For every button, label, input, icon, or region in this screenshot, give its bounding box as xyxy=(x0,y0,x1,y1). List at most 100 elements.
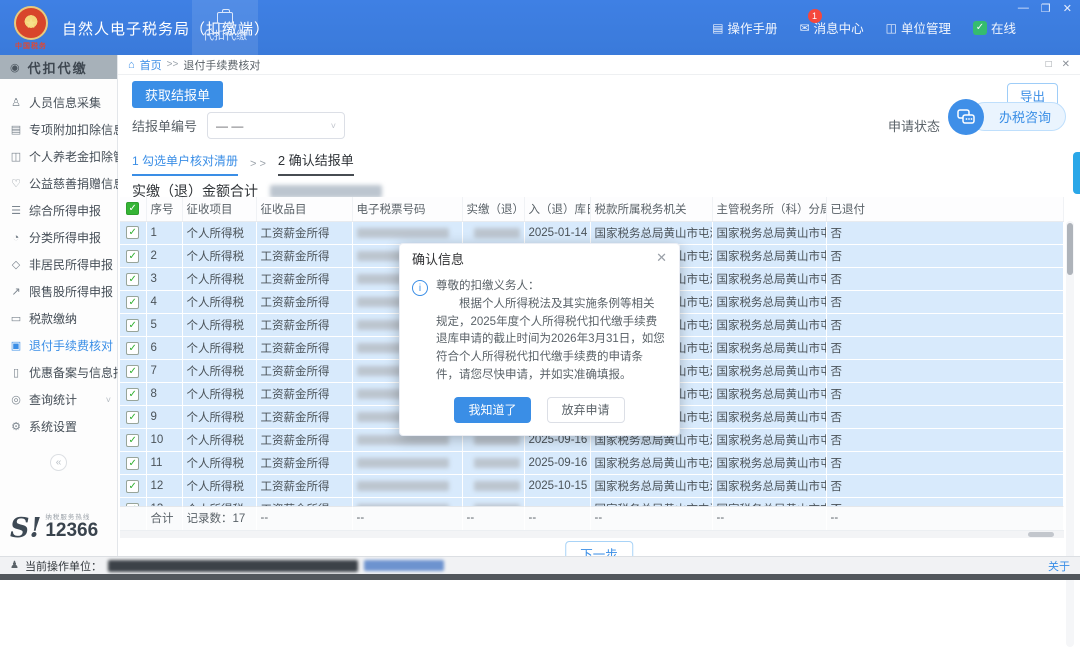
table-header-row: ✓ 序号 征收项目 征收品目 电子税票号码 实缴（退）金额 入（退）库日期 税款… xyxy=(120,197,1064,221)
window-close-button[interactable]: ✕ xyxy=(1063,2,1072,15)
cell-bureau: 国家税务总局黄山市屯溪区.. xyxy=(712,452,826,475)
row-checkbox[interactable]: ✓ xyxy=(126,480,139,493)
cell-refunded: 否 xyxy=(826,429,1064,452)
manual-icon: ▤ xyxy=(712,21,723,35)
dialog-title: 确认信息 xyxy=(412,249,464,268)
sidebar-collapse-button[interactable]: « xyxy=(50,454,67,471)
header-menu-label: 操作手册 xyxy=(728,18,778,37)
chat-bubble-icon[interactable] xyxy=(948,99,984,135)
header-menu-item[interactable]: ◫ 单位管理 xyxy=(886,18,951,37)
vertical-scrollbar[interactable] xyxy=(1066,221,1074,647)
window-minimize-button[interactable]: — xyxy=(1018,2,1029,15)
sidebar-item[interactable]: ◇ 非居民所得申报 xyxy=(0,251,117,278)
hotline-number: 12366 xyxy=(45,521,98,540)
cell-seq: 4 xyxy=(146,291,182,314)
row-checkbox[interactable]: ✓ xyxy=(126,273,139,286)
cell-item: 工资薪金所得 xyxy=(256,245,352,268)
cell-item: 工资薪金所得 xyxy=(256,498,352,506)
sidebar-item[interactable]: ↗ 限售股所得申报 xyxy=(0,278,117,305)
header-menu-item[interactable]: ✓ 在线 xyxy=(973,18,1016,37)
statement-number-select[interactable]: — — ˅ xyxy=(207,112,345,139)
row-checkbox[interactable]: ✓ xyxy=(126,503,139,506)
bottom-edge-strip xyxy=(0,574,1080,580)
header-menu-label: 单位管理 xyxy=(901,18,951,37)
horizontal-scrollbar[interactable] xyxy=(120,531,1064,538)
row-checkbox[interactable]: ✓ xyxy=(126,434,139,447)
row-checkbox[interactable]: ✓ xyxy=(126,296,139,309)
cell-seq: 6 xyxy=(146,337,182,360)
dialog-close-icon[interactable]: ✕ xyxy=(656,250,667,266)
window-maximize-button[interactable]: ❐ xyxy=(1041,2,1051,15)
table-column-header: 入（退）库日期 xyxy=(524,197,590,221)
row-checkbox[interactable]: ✓ xyxy=(126,342,139,355)
footer-dash: -- xyxy=(352,506,462,530)
row-checkbox[interactable]: ✓ xyxy=(126,226,139,239)
sidebar-item-label: 查询统计 xyxy=(29,391,77,408)
breadcrumb-home-link[interactable]: 首页 xyxy=(140,57,162,73)
table-row[interactable]: ✓ 11 个人所得税 工资薪金所得 2025-09-16 国家税务总局黄山市屯溪… xyxy=(120,452,1064,475)
row-checkbox[interactable]: ✓ xyxy=(126,457,139,470)
table-footer-row: 合计 记录数：17 -- -- -- -- -- -- -- xyxy=(120,506,1064,530)
cell-refunded: 否 xyxy=(826,337,1064,360)
cell-refunded: 否 xyxy=(826,406,1064,429)
row-checkbox[interactable]: ✓ xyxy=(126,365,139,378)
home-icon[interactable]: ⌂ xyxy=(128,59,135,71)
sidebar-item[interactable]: ▯ 优惠备案与信息报 xyxy=(0,359,117,386)
row-checkbox[interactable]: ✓ xyxy=(126,319,139,332)
table-row[interactable]: ✓ 1 个人所得税 工资薪金所得 2025-01-14 国家税务总局黄山市屯溪区… xyxy=(120,222,1064,245)
table-column-header: 实缴（退）金额 xyxy=(462,197,524,221)
sidebar: ◉ 代扣代缴 ♙ 人员信息采集 ▤ 专项附加扣除信息采 ◫ 个人养老金扣除管理 … xyxy=(0,55,118,556)
table-row[interactable]: ✓ 12 个人所得税 工资薪金所得 2025-10-15 国家税务总局黄山市屯溪… xyxy=(120,475,1064,498)
row-checkbox-cell: ✓ xyxy=(120,383,146,406)
sidebar-item[interactable]: ◎ 查询统计 xyxy=(0,386,117,413)
dialog-confirm-button[interactable]: 我知道了 xyxy=(454,397,530,423)
cell-authority: 国家税务总局黄山市屯溪区.. xyxy=(590,452,712,475)
footer-total-label: 合计 xyxy=(146,506,182,530)
cell-item: 工资薪金所得 xyxy=(256,268,352,291)
sidebar-item[interactable]: ▣ 退付手续费核对 xyxy=(0,332,117,359)
header-menu-label: 消息中心 xyxy=(814,18,864,37)
about-link[interactable]: 关于 xyxy=(1048,558,1070,574)
step-2-tab[interactable]: 2 确认结报单 xyxy=(278,150,354,176)
footer-dash: -- xyxy=(712,506,826,530)
query-statistics-icon: ◎ xyxy=(9,393,23,406)
restricted-shares-icon: ↗ xyxy=(9,285,23,298)
sidebar-item[interactable]: ☰ 综合所得申报 xyxy=(0,197,117,224)
horizontal-scrollbar-thumb[interactable] xyxy=(1028,532,1054,537)
sidebar-item[interactable]: ⚙ 系统设置 xyxy=(0,413,117,440)
vertical-scrollbar-thumb[interactable] xyxy=(1067,223,1073,275)
header-menu-item[interactable]: ▤ 操作手册 xyxy=(712,18,777,37)
cell-project: 个人所得税 xyxy=(182,222,256,245)
tab-withholding[interactable]: 代扣代缴 xyxy=(192,0,258,55)
sidebar-item[interactable]: ▭ 税款缴纳 xyxy=(0,305,117,332)
page-restore-icon[interactable]: □ xyxy=(1046,59,1052,70)
row-checkbox[interactable]: ✓ xyxy=(126,388,139,401)
header-menu-item[interactable]: ✉ 消息中心 1 xyxy=(800,18,864,37)
cell-project: 个人所得税 xyxy=(182,475,256,498)
tax-consult-button[interactable]: 办税咨询 xyxy=(970,102,1066,131)
sidebar-item-label: 综合所得申报 xyxy=(29,202,101,219)
step-1-tab[interactable]: 1 勾选单户核对清册 xyxy=(132,152,238,176)
info-icon: i xyxy=(412,280,428,296)
sidebar-item-label: 人员信息采集 xyxy=(29,94,101,111)
dialog-abandon-button[interactable]: 放弃申请 xyxy=(547,397,625,423)
fetch-statement-button[interactable]: 获取结报单 xyxy=(132,81,223,108)
online-status-icon: ✓ xyxy=(973,21,987,35)
sidebar-item[interactable]: ♡ 公益慈善捐赠信息采 xyxy=(0,170,117,197)
row-checkbox[interactable]: ✓ xyxy=(126,250,139,263)
row-checkbox-cell: ✓ xyxy=(120,429,146,452)
cell-seq: 7 xyxy=(146,360,182,383)
page-close-icon[interactable]: ✕ xyxy=(1062,59,1070,70)
cell-amount xyxy=(462,222,524,245)
row-checkbox-cell: ✓ xyxy=(120,268,146,291)
sidebar-item-label: 限售股所得申报 xyxy=(29,283,113,300)
sidebar-item[interactable]: ▤ 专项附加扣除信息采 xyxy=(0,116,117,143)
side-panel-handle[interactable] xyxy=(1073,152,1080,194)
sidebar-item[interactable]: ♙ 人员信息采集 xyxy=(0,89,117,116)
row-checkbox[interactable]: ✓ xyxy=(126,411,139,424)
select-all-checkbox[interactable]: ✓ xyxy=(126,202,139,215)
sidebar-item[interactable]: ◫ 个人养老金扣除管理 xyxy=(0,143,117,170)
app-title-bar: — ❐ ✕ ★ 中国税务 自然人电子税务局（扣缴端） 代扣代缴 ▤ 操作手册 ✉… xyxy=(0,0,1080,55)
sidebar-item[interactable]: ◔ 分类所得申报 xyxy=(0,224,117,251)
table-row[interactable]: ✓ 13 个人所得税 工资薪金所得 国家税务总局黄山市屯溪区.. 国家税务总局黄… xyxy=(120,498,1064,506)
